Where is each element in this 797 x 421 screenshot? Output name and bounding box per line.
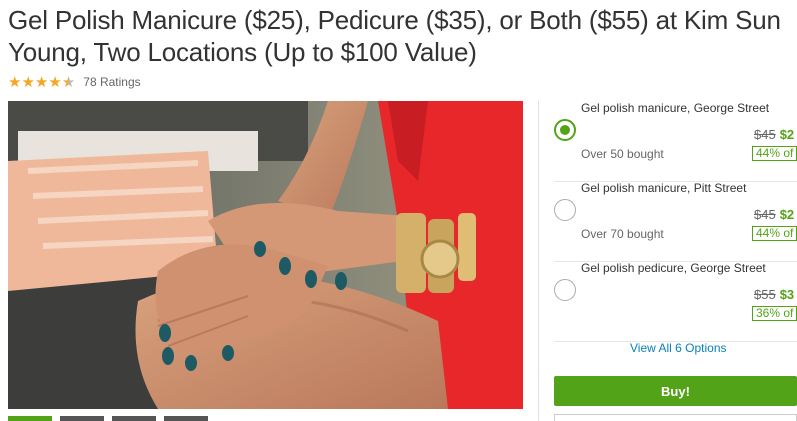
thumbnail[interactable] <box>164 416 208 421</box>
option-name: Gel polish manicure, George Street <box>581 101 770 115</box>
option-price: $45 $2 <box>754 127 794 142</box>
rating-row[interactable]: ★ ★ ★ ★ ★ 78 Ratings <box>8 74 141 90</box>
thumbnail[interactable] <box>8 416 52 421</box>
radio-icon[interactable] <box>554 199 576 221</box>
star-icon: ★ <box>48 73 62 91</box>
option-bought-count: Over 70 bought <box>581 227 664 241</box>
option-new-price: $3 <box>779 287 795 302</box>
option-discount-badge: 44% of <box>752 226 797 241</box>
option-item[interactable]: Gel polish manicure, Pitt Street Over 70… <box>554 181 797 262</box>
option-old-price: $45 <box>754 127 776 142</box>
option-name: Gel polish manicure, Pitt Street <box>581 181 747 195</box>
column-divider <box>538 101 539 421</box>
deal-title: Gel Polish Manicure ($25), Pedicure ($35… <box>8 5 781 67</box>
rating-count[interactable]: 78 Ratings <box>83 75 140 89</box>
option-new-price: $2 <box>779 127 795 142</box>
option-old-price: $55 <box>754 287 776 302</box>
option-new-price: $2 <box>779 207 795 222</box>
option-item[interactable]: Gel polish pedicure, George Street $55 $3… <box>554 261 797 342</box>
secondary-panel <box>554 414 797 421</box>
thumbnail[interactable] <box>112 416 156 421</box>
star-icon: ★ <box>21 73 35 91</box>
buy-button[interactable]: Buy! <box>554 376 797 406</box>
deal-hero-image[interactable] <box>8 101 523 409</box>
option-item[interactable]: Gel polish manicure, George Street Over … <box>554 101 797 182</box>
star-icon: ★ <box>8 73 22 91</box>
star-icon: ★ <box>34 73 49 91</box>
option-price: $45 $2 <box>754 207 794 222</box>
image-thumbnails <box>8 416 523 421</box>
option-discount-badge: 36% of <box>752 306 797 321</box>
option-name: Gel polish pedicure, George Street <box>581 261 766 275</box>
radio-selected-icon[interactable] <box>554 119 576 141</box>
radio-icon[interactable] <box>554 279 576 301</box>
view-all-options-link[interactable]: View All 6 Options <box>554 341 797 355</box>
option-old-price: $45 <box>754 207 776 222</box>
option-bought-count: Over 50 bought <box>581 147 664 161</box>
half-star-icon: ★ <box>61 73 76 91</box>
rating-stars: ★ ★ ★ ★ ★ <box>8 75 75 90</box>
thumbnail[interactable] <box>60 416 104 421</box>
option-price: $55 $3 <box>754 287 794 302</box>
option-discount-badge: 44% of <box>752 146 797 161</box>
